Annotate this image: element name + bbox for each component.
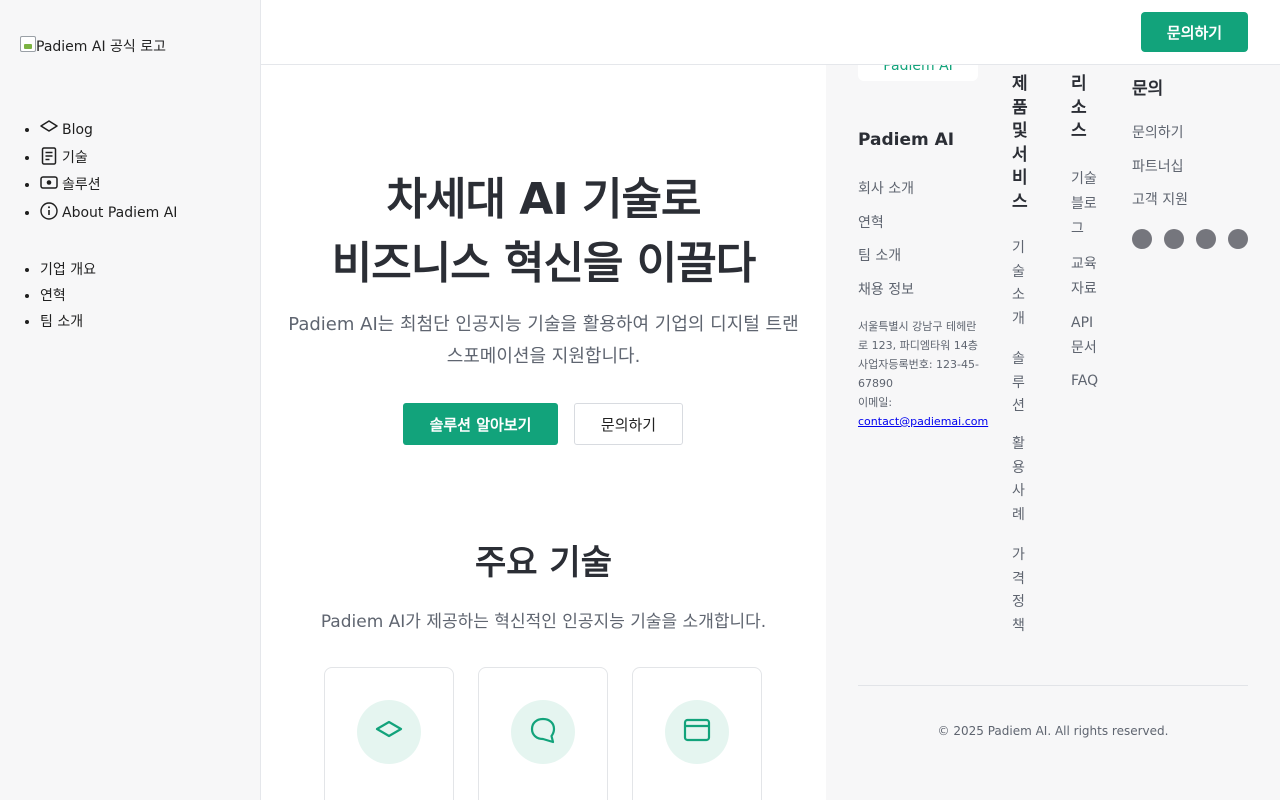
explore-solutions-button[interactable]: 솔루션 알아보기 [403, 403, 558, 445]
address-text: 서울특별시 강남구 테헤란로 123, 파디엠타워 14층 [858, 320, 978, 352]
hero-subtitle: Padiem AI는 최첨단 인공지능 기술을 활용하여 기업의 디지털 트랜스… [288, 314, 799, 367]
footer-link-careers[interactable]: 채용 정보 [858, 279, 914, 299]
footer-link-contact[interactable]: 문의하기 [1132, 122, 1184, 142]
diamond-icon [40, 119, 58, 137]
footer-link-solutions[interactable]: 솔루션 [1012, 348, 1030, 419]
browser-window-icon [682, 715, 712, 749]
tech-card[interactable] [632, 667, 762, 800]
sidebar-item-tech[interactable]: 기술 [40, 146, 177, 174]
footer-link-tech-blog[interactable]: 기술 블로그 [1071, 167, 1101, 242]
footer-divider [858, 685, 1248, 686]
hero-title-line-1: 차세대 AI 기술로 [386, 174, 702, 225]
footer-link-use-cases[interactable]: 활용 사례 [1012, 433, 1030, 527]
sidebar-item-solution[interactable]: 솔루션 [40, 173, 177, 201]
sidebar-item-history[interactable]: 연혁 [40, 284, 96, 310]
tech-card[interactable] [324, 667, 454, 800]
copyright: © 2025 Padiem AI. All rights reserved. [937, 724, 1169, 738]
footer-link-pricing[interactable]: 가격 정책 [1012, 544, 1030, 638]
footer-link-about[interactable]: 회사 소개 [858, 178, 914, 198]
sidebar-item-label: 연혁 [40, 288, 66, 304]
diamond-icon [374, 715, 404, 749]
company-address: 서울특별시 강남구 테헤란로 123, 파디엠타워 14층 사업자등록번호: 1… [858, 317, 988, 431]
footer-contact-title: 문의 [1132, 79, 1164, 99]
hero-title-line-2: 비즈니스 혁신을 이끌다 [331, 238, 756, 289]
footer-resources-title: 리소스 [1071, 74, 1087, 141]
hero-title: 차세대 AI 기술로 비즈니스 혁신을 이끌다 [261, 168, 826, 296]
sidebar-item-label: About Padiem AI [62, 204, 178, 221]
business-number: 사업자등록번호: 123-45-67890 [858, 358, 979, 390]
card-icon-circle [665, 700, 729, 764]
contact-button[interactable]: 문의하기 [1141, 12, 1248, 52]
camera-icon [40, 174, 58, 192]
footer-link-api-docs[interactable]: API 문서 [1071, 311, 1101, 361]
footer-link-tech-intro[interactable]: 기술 소개 [1012, 237, 1030, 331]
social-icon[interactable] [1132, 229, 1152, 249]
email-label: 이메일: [858, 396, 893, 409]
sidebar-item-blog[interactable]: Blog [40, 118, 177, 146]
sidebar-item-label: 솔루션 [62, 177, 101, 193]
sidebar-item-label: 기술 [62, 149, 88, 166]
hero-contact-button[interactable]: 문의하기 [574, 403, 683, 445]
logo-alt-text: Padiem AI 공식 로고 [36, 39, 166, 55]
sidebar-item-label: 팀 소개 [40, 314, 84, 330]
chat-bubble-icon [528, 715, 558, 749]
footer-link-team[interactable]: 팀 소개 [858, 245, 901, 265]
footer-link-faq[interactable]: FAQ [1071, 373, 1098, 389]
info-icon [40, 201, 58, 220]
social-icon[interactable] [1164, 229, 1184, 249]
document-icon [40, 146, 58, 165]
sidebar-item-about[interactable]: About Padiem AI [40, 201, 177, 229]
section-subtitle: Padiem AI가 제공하는 혁신적인 인공지능 기술을 소개합니다. [320, 612, 767, 632]
primary-nav: Blog 기술 솔루션 About Padiem AI [40, 118, 177, 228]
sidebar-item-team[interactable]: 팀 소개 [40, 310, 96, 336]
footer: Padiem AI Padiem AI 회사 소개 연혁 팀 소개 채용 정보 … [826, 65, 1280, 800]
footer-link-partnership[interactable]: 파트너십 [1132, 156, 1184, 176]
tech-card[interactable] [478, 667, 608, 800]
footer-products-title: 제품 및 서비스 [1012, 74, 1028, 212]
footer-company-title: Padiem AI [858, 130, 955, 150]
footer-link-support[interactable]: 고객 지원 [1132, 189, 1188, 209]
footer-link-education[interactable]: 교육 자료 [1071, 252, 1101, 302]
email-link[interactable]: contact@padiemai.com [858, 415, 988, 428]
social-icon[interactable] [1196, 229, 1216, 249]
footer-link-history[interactable]: 연혁 [858, 212, 884, 232]
top-bar: 문의하기 [261, 0, 1280, 65]
sidebar-item-label: 기업 개요 [40, 262, 96, 278]
sidebar-item-label: Blog [62, 122, 93, 138]
card-icon-circle [511, 700, 575, 764]
main-content: 차세대 AI 기술로 비즈니스 혁신을 이끌다 Padiem AI는 최첨단 인… [261, 65, 826, 800]
broken-image-icon [20, 36, 36, 52]
secondary-nav: 기업 개요 연혁 팀 소개 [40, 258, 96, 336]
site-logo[interactable]: Padiem AI 공식 로고 [20, 36, 166, 56]
sidebar-item-company-overview[interactable]: 기업 개요 [40, 258, 96, 284]
footer-logo[interactable]: Padiem AI [858, 65, 978, 81]
sidebar: Padiem AI 공식 로고 Blog 기술 솔루션 About Padiem… [0, 0, 261, 800]
section-title: 주요 기술 [475, 543, 612, 583]
social-icon[interactable] [1228, 229, 1248, 249]
card-icon-circle [357, 700, 421, 764]
